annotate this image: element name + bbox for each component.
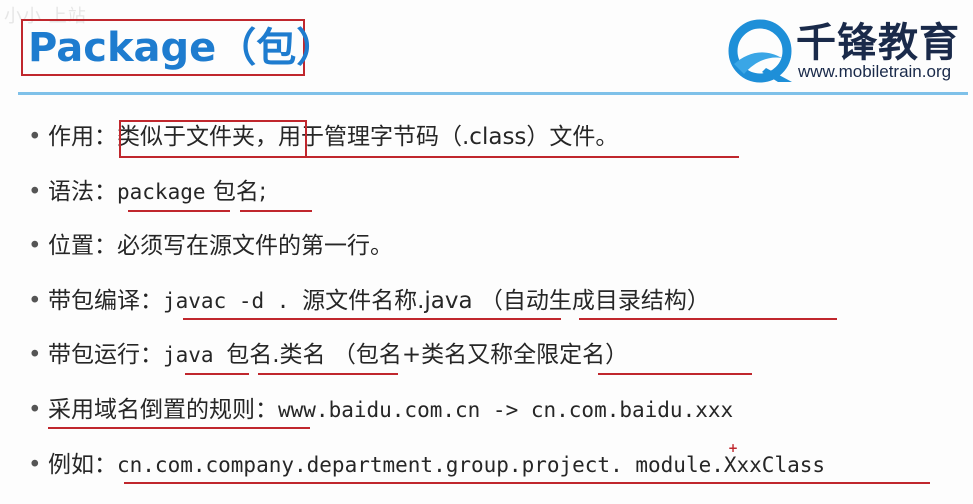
bullet-dot: • (28, 342, 42, 368)
logo-mark-icon (728, 19, 792, 83)
bullet-code: package (117, 180, 206, 204)
bullet-label: 位置： (48, 233, 117, 259)
bullet-text: 包名; (205, 179, 267, 205)
title-divider (18, 92, 968, 95)
red-underline (185, 373, 249, 375)
bullet-purpose: • 作用：类似于文件夹，用于管理字节码（.class）文件。 (28, 119, 618, 155)
red-underline (258, 373, 398, 375)
bullet-code: cn.com.company.department.group.project.… (117, 453, 826, 477)
bullet-dot: • (28, 288, 42, 314)
bullet-dot: • (28, 179, 42, 205)
bullet-label: 带包运行： (48, 342, 163, 368)
bullet-domain-rule: • 采用域名倒置的规则：www.baidu.com.cn -> cn.com.ba… (28, 392, 733, 428)
bullet-label: 带包编译： (48, 288, 163, 314)
red-underline (124, 482, 930, 484)
bullet-label: 例如： (48, 452, 117, 478)
bullet-dot: • (28, 452, 42, 478)
highlight-box (119, 120, 307, 158)
logo-url: www.mobiletrain.org (798, 62, 952, 81)
bullet-text: 源文件名称.java （自动生成目录结构） (302, 288, 710, 314)
bullet-code: javac -d . (163, 289, 303, 313)
bullet-label: 采用域名倒置的规则： (48, 397, 278, 423)
red-underline (183, 318, 561, 320)
red-underline (48, 427, 310, 429)
brand-logo: 千锋教育 www.mobiletrain.org (726, 18, 971, 88)
slide: 小小 上站 Package（包） 千锋教育 www.mobiletrain.or… (0, 0, 973, 504)
red-underline (128, 210, 230, 212)
red-underline (119, 156, 739, 158)
bullet-dot: • (28, 397, 42, 423)
bullet-dot: • (28, 124, 42, 150)
bullet-syntax: • 语法：package 包名; (28, 174, 267, 210)
logo-name: 千锋教育 (796, 20, 960, 66)
bullet-label: 作用： (48, 124, 117, 150)
bullet-position: • 位置：必须写在源文件的第一行。 (28, 228, 393, 264)
bullet-compile: • 带包编译：javac -d . 源文件名称.java （自动生成目录结构） (28, 283, 710, 319)
bullet-run: • 带包运行：java 包名.类名 （包名+类名又称全限定名） (28, 337, 628, 373)
red-underline (598, 373, 752, 375)
bullet-text: 用于管理字节码（.class）文件。 (278, 124, 619, 150)
bullet-dot: • (28, 233, 42, 259)
red-underline (240, 210, 312, 212)
page-title: Package（包） (28, 25, 337, 71)
bullet-label: 语法： (48, 179, 117, 205)
plus-mark: + (728, 441, 739, 455)
bullet-text: 必须写在源文件的第一行。 (117, 233, 393, 259)
bullet-example: • 例如：cn.com.company.department.group.proj… (28, 447, 825, 483)
bullet-code: www.baidu.com.cn -> cn.com.baidu.xxx (278, 398, 734, 422)
bullet-code: java (163, 343, 227, 367)
bullet-text: 包名.类名 （包名+类名又称全限定名） (226, 342, 629, 368)
red-underline (579, 318, 837, 320)
